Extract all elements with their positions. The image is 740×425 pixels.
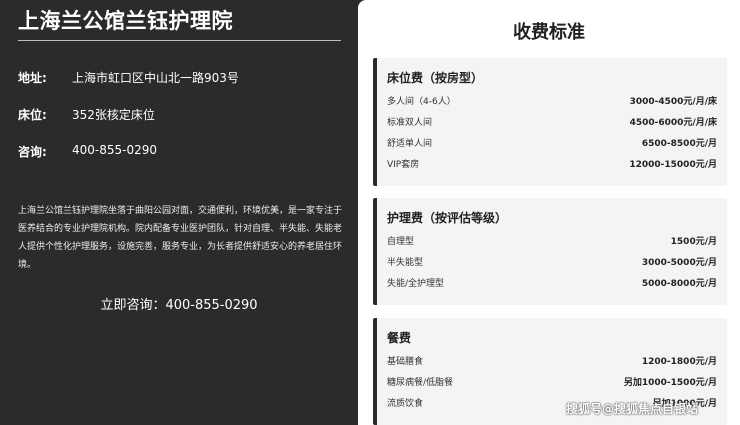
facility-description: 上海兰公馆兰钰护理院坐落于曲阳公园对面，交通便利，环境优美，是一家专注于医养结合… bbox=[18, 206, 343, 270]
title-divider bbox=[18, 40, 341, 41]
source-watermark: 搜狐号@搜狐焦点自银站 bbox=[566, 402, 699, 416]
price-row: 基础膳食 1200-1800元/月 bbox=[387, 354, 717, 370]
item-name: 基础膳食 bbox=[387, 357, 424, 367]
price-row: 自理型 1500元/月 bbox=[387, 234, 717, 250]
item-name: 流质饮食 bbox=[387, 399, 424, 409]
beds-value: 352张核定床位 bbox=[72, 108, 155, 122]
price-row: 半失能型 3000-5000元/月 bbox=[387, 255, 717, 271]
item-name: 标准双人间 bbox=[387, 118, 433, 128]
price-row: 舒适单人间 6500-8500元/月 bbox=[387, 136, 717, 152]
pricing-panel: 收费标准 床位费（按房型） 多人间（4-6人） 3000-4500元/月/床 标准… bbox=[358, 0, 740, 425]
item-price: 1500元/月 bbox=[670, 237, 717, 247]
item-price: 6500-8500元/月 bbox=[641, 139, 717, 149]
card-title: 餐费 bbox=[387, 331, 412, 345]
beds-label: 床位: bbox=[18, 108, 47, 122]
item-price: 12000-15000元/月 bbox=[629, 160, 717, 170]
item-name: 自理型 bbox=[387, 237, 415, 247]
consult-cta[interactable]: 立即咨询：400-855-0290 bbox=[0, 294, 358, 313]
item-name: 多人间（4-6人） bbox=[387, 97, 456, 107]
price-row: 失能/全护理型 5000-8000元/月 bbox=[387, 276, 717, 292]
card-title: 床位费（按房型） bbox=[387, 71, 484, 85]
item-price: 3000-4500元/月/床 bbox=[629, 97, 717, 107]
price-row: 标准双人间 4500-6000元/月/床 bbox=[387, 115, 717, 131]
price-row: 多人间（4-6人） 3000-4500元/月/床 bbox=[387, 94, 717, 110]
facility-title: 上海兰公馆兰钰护理院 bbox=[18, 9, 233, 33]
item-price: 1200-1800元/月 bbox=[641, 357, 717, 367]
item-name: 糖尿病餐/低脂餐 bbox=[387, 378, 454, 388]
item-price: 3000-5000元/月 bbox=[641, 258, 717, 268]
item-name: VIP套房 bbox=[387, 160, 420, 170]
item-price: 4500-6000元/月/床 bbox=[629, 118, 717, 128]
card-title: 护理费（按评估等级） bbox=[387, 211, 508, 225]
item-price: 另加1000-1500元/月 bbox=[623, 378, 717, 388]
info-panel: 上海兰公馆兰钰护理院 地址: 上海市虹口区中山北一路903号 床位: 352张核… bbox=[0, 0, 358, 425]
pricing-title: 收费标准 bbox=[513, 22, 585, 43]
contact-label: 咨询: bbox=[18, 145, 47, 159]
address-value: 上海市虹口区中山北一路903号 bbox=[72, 71, 239, 85]
item-name: 舒适单人间 bbox=[387, 139, 433, 149]
contact-phone[interactable]: 400-855-0290 bbox=[72, 143, 157, 157]
care-fee-card: 护理费（按评估等级） 自理型 1500元/月 半失能型 3000-5000元/月 失… bbox=[373, 198, 727, 305]
bed-fee-card: 床位费（按房型） 多人间（4-6人） 3000-4500元/月/床 标准双人间 45… bbox=[373, 58, 727, 186]
address-label: 地址: bbox=[18, 71, 47, 85]
item-price: 5000-8000元/月 bbox=[641, 279, 717, 289]
price-row: 糖尿病餐/低脂餐 另加1000-1500元/月 bbox=[387, 375, 717, 391]
price-row: VIP套房 12000-15000元/月 bbox=[387, 157, 717, 173]
item-name: 失能/全护理型 bbox=[387, 279, 445, 289]
item-name: 半失能型 bbox=[387, 258, 424, 268]
